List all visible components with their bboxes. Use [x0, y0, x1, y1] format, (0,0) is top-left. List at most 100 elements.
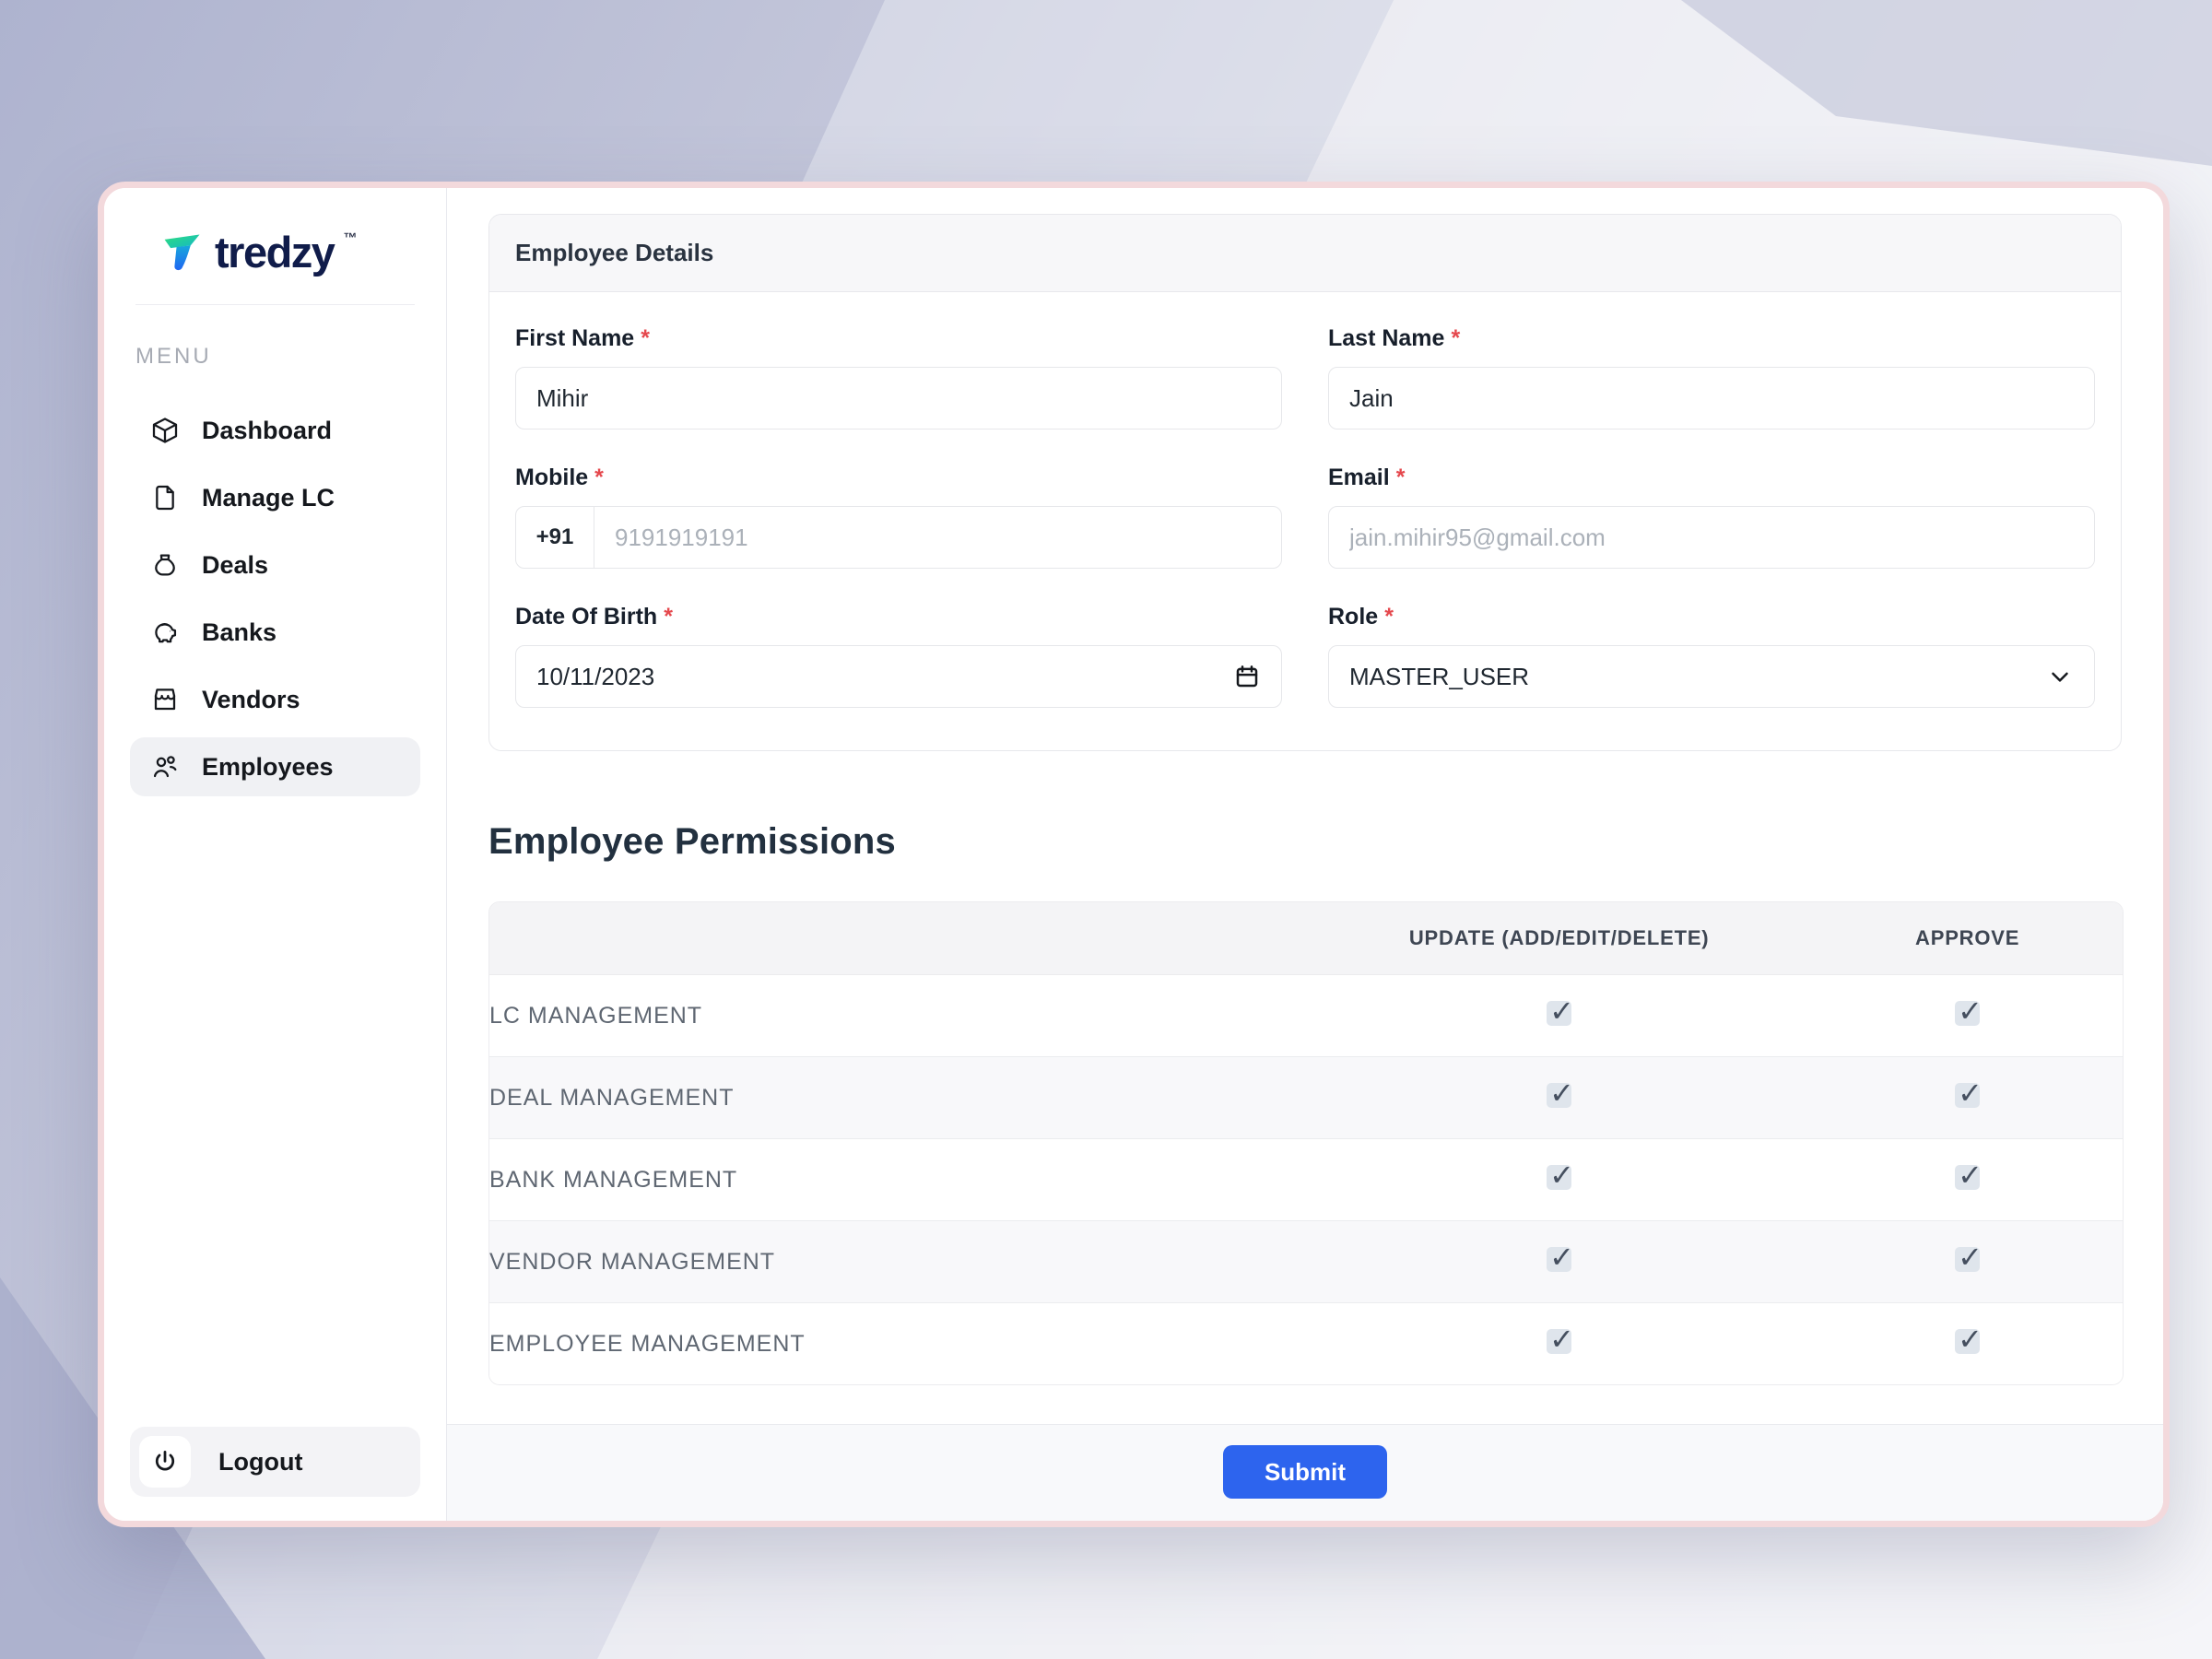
permissions-table-header: UPDATE (ADD/EDIT/DELETE) APPROVE: [489, 902, 2123, 974]
sidebar-item-banks[interactable]: Banks: [130, 603, 420, 662]
role-select[interactable]: MASTER_USER: [1328, 645, 2095, 708]
calendar-icon[interactable]: [1233, 663, 1261, 690]
dob-value: 10/11/2023: [536, 662, 655, 690]
sidebar-item-label: Banks: [202, 618, 277, 646]
approve-checkbox-checked[interactable]: [1955, 1076, 1983, 1111]
email-field-group: Email *: [1328, 465, 2095, 569]
email-input[interactable]: [1329, 507, 2094, 568]
sidebar-item-vendors[interactable]: Vendors: [130, 670, 420, 729]
content-area: Employee Details First Name* Last Name*: [447, 188, 2163, 1424]
last-name-field-group: Last Name *: [1328, 325, 2095, 429]
users-icon: [150, 752, 180, 782]
required-marker: *: [1451, 325, 1461, 351]
role-selected-value: MASTER_USER: [1349, 662, 1530, 690]
permission-row-label: DEAL MANAGEMENT: [489, 1084, 735, 1111]
employee-details-title: Employee Details: [489, 215, 2121, 292]
update-checkbox-checked[interactable]: [1547, 1240, 1574, 1275]
label-text: Last Name: [1328, 325, 1445, 351]
update-checkbox-checked[interactable]: [1547, 1158, 1574, 1193]
first-name-label: First Name *: [515, 325, 1282, 352]
logout-label: Logout: [218, 1447, 303, 1476]
mobile-country-code: +91: [516, 507, 594, 568]
label-text: Date Of Birth: [515, 604, 658, 629]
required-marker: *: [641, 325, 650, 351]
sidebar-item-label: Employees: [202, 752, 334, 781]
table-row: VENDOR MANAGEMENT: [489, 1220, 2123, 1302]
main-content: Employee Details First Name* Last Name*: [447, 188, 2163, 1521]
mobile-label: Mobile *: [515, 465, 1282, 491]
required-marker: *: [594, 465, 604, 490]
table-row: LC MANAGEMENT: [489, 974, 2123, 1056]
table-row: BANK MANAGEMENT: [489, 1138, 2123, 1220]
menu-section-label: MENU: [135, 344, 212, 369]
permission-row-label: EMPLOYEE MANAGEMENT: [489, 1330, 806, 1357]
sidebar-item-label: Dashboard: [202, 416, 333, 444]
storefront-icon: [150, 685, 180, 714]
table-row: DEAL MANAGEMENT: [489, 1056, 2123, 1138]
required-marker: *: [1395, 465, 1406, 490]
sidebar-item-deals[interactable]: Deals: [130, 535, 420, 594]
brand-name: tredzy: [215, 228, 335, 276]
update-column-header: UPDATE (ADD/EDIT/DELETE): [1408, 926, 1710, 949]
permission-row-label: BANK MANAGEMENT: [489, 1166, 738, 1193]
last-name-input[interactable]: [1329, 368, 2094, 429]
required-marker: *: [664, 604, 673, 629]
last-name-label: Last Name *: [1328, 325, 2095, 352]
email-control: [1328, 506, 2095, 569]
approve-column-header: APPROVE: [1915, 926, 2020, 949]
piggy-bank-icon: [150, 618, 180, 647]
sidebar-item-label: Manage LC: [202, 483, 335, 512]
required-marker: *: [1384, 604, 1394, 629]
logout-button[interactable]: Logout: [130, 1427, 420, 1497]
chevron-down-icon: [2046, 663, 2074, 690]
permission-row-label: LC MANAGEMENT: [489, 1002, 703, 1029]
app-window: tredzy ™ MENU Dashboard Manage LC Deals …: [98, 182, 2170, 1527]
update-checkbox-checked[interactable]: [1547, 1076, 1574, 1111]
label-text: First Name: [515, 325, 635, 351]
sidebar-item-manage-lc[interactable]: Manage LC: [130, 468, 420, 527]
sidebar-item-employees[interactable]: Employees: [130, 737, 420, 796]
dob-input[interactable]: 10/11/2023: [515, 645, 1282, 708]
first-name-field-group: First Name *: [515, 325, 1282, 429]
label-text: Email: [1328, 465, 1390, 490]
cube-icon: [150, 416, 180, 445]
last-name-control: [1328, 367, 2095, 429]
permissions-table: UPDATE (ADD/EDIT/DELETE) APPROVE LC MANA…: [488, 901, 2124, 1385]
power-icon: [139, 1436, 191, 1488]
document-icon: [150, 483, 180, 512]
approve-checkbox-checked[interactable]: [1955, 1158, 1983, 1193]
approve-checkbox-checked[interactable]: [1955, 994, 1983, 1029]
employee-permissions-title: Employee Permissions: [488, 821, 896, 862]
update-checkbox-checked[interactable]: [1547, 994, 1574, 1029]
dob-field-group: Date Of Birth * 10/11/2023: [515, 604, 1282, 708]
mobile-control: +91: [515, 506, 1282, 569]
role-label: Role *: [1328, 604, 2095, 630]
mobile-field-group: Mobile * +91: [515, 465, 1282, 569]
sidebar: tredzy ™ MENU Dashboard Manage LC Deals …: [104, 188, 447, 1521]
module-column-header: [489, 902, 1306, 974]
employee-details-card: Employee Details First Name* Last Name*: [488, 214, 2122, 751]
email-label: Email *: [1328, 465, 2095, 491]
approve-checkbox-checked[interactable]: [1955, 1322, 1983, 1357]
first-name-input[interactable]: [516, 368, 1281, 429]
sidebar-item-dashboard[interactable]: Dashboard: [130, 401, 420, 460]
approve-checkbox-checked[interactable]: [1955, 1240, 1983, 1275]
tredzy-logo-icon: [164, 234, 200, 271]
role-field-group: Role * MASTER_USER: [1328, 604, 2095, 708]
form-footer: Submit: [447, 1424, 2163, 1521]
dob-label: Date Of Birth *: [515, 604, 1282, 630]
sidebar-item-label: Vendors: [202, 685, 300, 713]
first-name-control: [515, 367, 1282, 429]
table-row: EMPLOYEE MANAGEMENT: [489, 1302, 2123, 1384]
update-checkbox-checked[interactable]: [1547, 1322, 1574, 1357]
brand-logo: tredzy ™: [130, 188, 420, 276]
mobile-input[interactable]: [594, 507, 1281, 568]
sidebar-nav: Dashboard Manage LC Deals Banks Vendors …: [130, 401, 420, 796]
employee-details-form: First Name* Last Name*: [489, 292, 2121, 750]
sidebar-item-label: Deals: [202, 550, 269, 579]
permission-row-label: VENDOR MANAGEMENT: [489, 1248, 776, 1275]
label-text: Role: [1328, 604, 1379, 629]
label-text: Mobile: [515, 465, 589, 490]
submit-button[interactable]: Submit: [1222, 1445, 1388, 1499]
